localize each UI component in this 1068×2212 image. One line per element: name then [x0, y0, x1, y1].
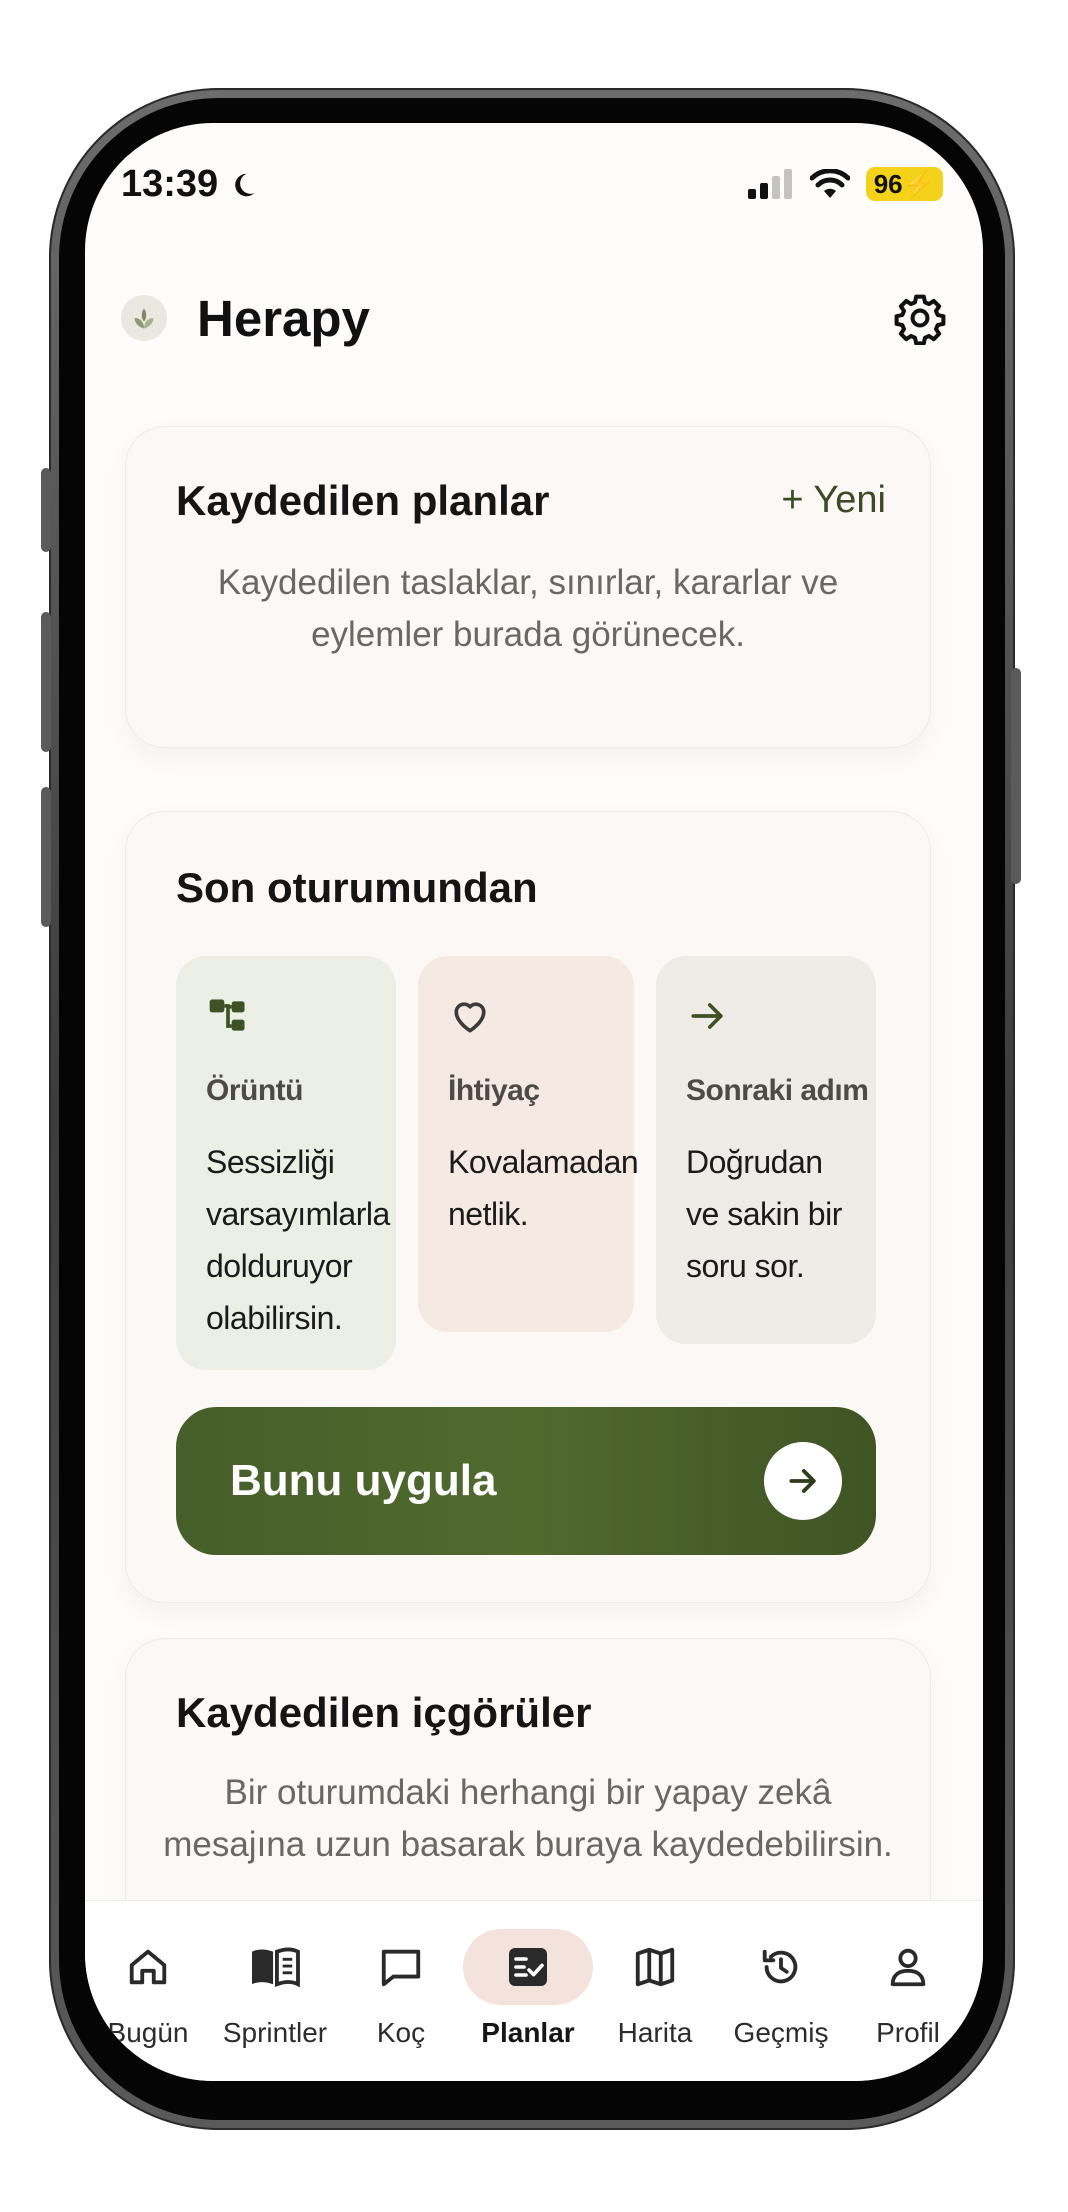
nav-label-history: Geçmiş [733, 2017, 829, 2048]
nav-item-profile[interactable]: Profil [843, 1929, 973, 2049]
bottom-nav: Bugün Sprintler Koç Planlar Harita Geçmi… [85, 1900, 983, 2081]
nav-label-plans: Planlar [481, 2017, 575, 2048]
side-button-volume-down [41, 787, 51, 927]
history-icon [762, 1949, 798, 1984]
battery-level: 96 [873, 169, 903, 199]
next-step-tile[interactable]: Sonraki adım Doğrudan ve sakin bir soru … [656, 956, 876, 1344]
nav-label-sprints: Sprintler [222, 2017, 328, 2048]
pattern-tile[interactable]: Örüntü Sessizliği varsayımlarla dolduruy… [176, 956, 396, 1370]
nav-item-map[interactable]: Harita [590, 1929, 720, 2049]
need-text: Kovalamadan netlik. [448, 1144, 639, 1232]
saved-plans-card: Kaydedilen planlar + Yeni Kaydedilen tas… [125, 426, 931, 748]
apply-arrow-icon [764, 1442, 842, 1520]
next-step-label: Sonraki adım [686, 1074, 869, 1107]
signal-icon [747, 169, 792, 199]
need-label: İhtiyaç [448, 1074, 540, 1107]
nav-item-coach[interactable]: Koç [336, 1929, 466, 2049]
pattern-icon [209, 999, 245, 1031]
nav-label-today: Bugün [107, 2017, 189, 2048]
plans-icon [509, 1948, 547, 1986]
map-icon [635, 1947, 675, 1987]
saved-plans-empty-text: Kaydedilen taslaklar, sınırlar, kararlar… [217, 563, 839, 654]
app-header: Herapy [121, 278, 947, 358]
app-title: Herapy [197, 289, 370, 347]
status-indicators: 96⚡ [747, 167, 943, 201]
arrow-right-icon [691, 1003, 723, 1029]
home-icon [129, 1949, 167, 1985]
need-tile[interactable]: İhtiyaç Kovalamadan netlik. [418, 956, 639, 1332]
nav-label-coach: Koç [376, 2017, 426, 2048]
book-icon [252, 1947, 300, 1988]
nav-label-profile: Profil [876, 2017, 940, 2048]
apply-button-label: Bunu uygula [230, 1456, 497, 1505]
heart-icon [454, 1002, 486, 1033]
saved-plans-title: Kaydedilen planlar [176, 477, 550, 524]
side-button-power [1011, 668, 1021, 884]
nav-label-map: Harita [617, 2017, 693, 2048]
apply-button[interactable]: Bunu uygula [176, 1407, 876, 1555]
moon-icon [235, 173, 255, 196]
pattern-label: Örüntü [206, 1074, 303, 1107]
side-button-volume-up [41, 612, 51, 752]
nav-item-plans[interactable]: Planlar [463, 1929, 593, 2049]
battery-indicator: 96⚡ [865, 167, 943, 201]
nav-item-sprints[interactable]: Sprintler [210, 1929, 340, 2049]
wifi-icon [809, 169, 850, 198]
pattern-text: Sessizliği varsayımlarla dolduruyor olab… [206, 1144, 390, 1336]
saved-insights-title: Kaydedilen içgörüler [176, 1689, 592, 1736]
saved-insights-empty-text: Bir oturumdaki herhangi bir yapay zekâ m… [163, 1773, 893, 1864]
nav-item-history[interactable]: Geçmiş [716, 1929, 846, 2049]
nav-item-today[interactable]: Bugün [85, 1929, 213, 2049]
status-time-text: 13:39 [121, 163, 219, 205]
last-session-card: Son oturumundan Örüntü Sessizliği varsay… [125, 811, 931, 1603]
chat-icon [381, 1949, 421, 1987]
next-step-text: Doğrudan ve sakin bir soru sor. [686, 1144, 842, 1284]
profile-icon [890, 1948, 926, 1987]
side-button-silent [41, 468, 51, 552]
last-session-title: Son oturumundan [176, 864, 538, 911]
app-logo-icon [121, 295, 167, 341]
app-screen: 13:39 96⚡ Herapy Kaydedilen planlar + Ye… [85, 123, 983, 2081]
status-time: 13:39 [121, 163, 258, 206]
gear-icon[interactable] [893, 291, 947, 345]
new-plan-button[interactable]: + Yeni [781, 479, 886, 522]
